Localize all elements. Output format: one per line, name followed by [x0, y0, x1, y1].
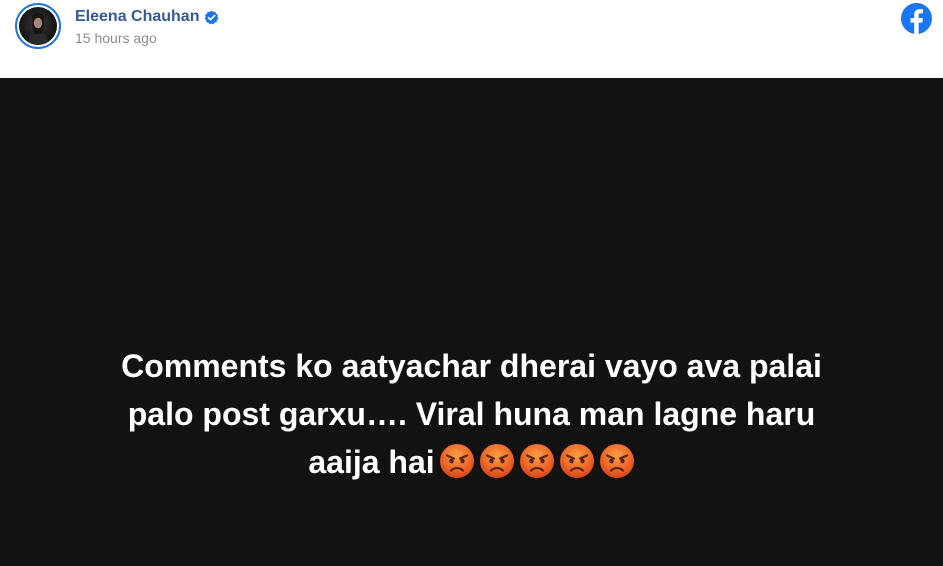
angry-face-emoji: [519, 443, 555, 479]
post-text-line-last: aaija hai: [30, 438, 913, 486]
post-text-fragment: aaija hai: [308, 444, 435, 480]
post-text-line: Comments ko aatyachar dherai vayo ava pa…: [121, 348, 822, 384]
post-card: Eleena Chauhan 15 hours ago Comments ko …: [0, 0, 943, 566]
angry-face-emoji: [439, 443, 475, 479]
avatar-image: [19, 7, 57, 45]
angry-face-emoji: [559, 443, 595, 479]
author-name[interactable]: Eleena Chauhan: [75, 8, 199, 26]
post-text-line: palo post garxu…. Viral huna man lagne h…: [127, 396, 816, 432]
avatar[interactable]: [15, 3, 61, 49]
emoji-row: [435, 444, 635, 480]
post-content: Comments ko aatyachar dherai vayo ava pa…: [0, 78, 943, 566]
angry-face-emoji: [599, 443, 635, 479]
verified-badge-icon: [204, 10, 219, 25]
post-timestamp[interactable]: 15 hours ago: [75, 30, 157, 46]
angry-face-emoji: [479, 443, 515, 479]
author-row: Eleena Chauhan: [75, 7, 219, 27]
post-text: Comments ko aatyachar dherai vayo ava pa…: [30, 342, 913, 486]
facebook-icon[interactable]: [901, 3, 932, 34]
post-header: Eleena Chauhan 15 hours ago: [0, 0, 943, 78]
